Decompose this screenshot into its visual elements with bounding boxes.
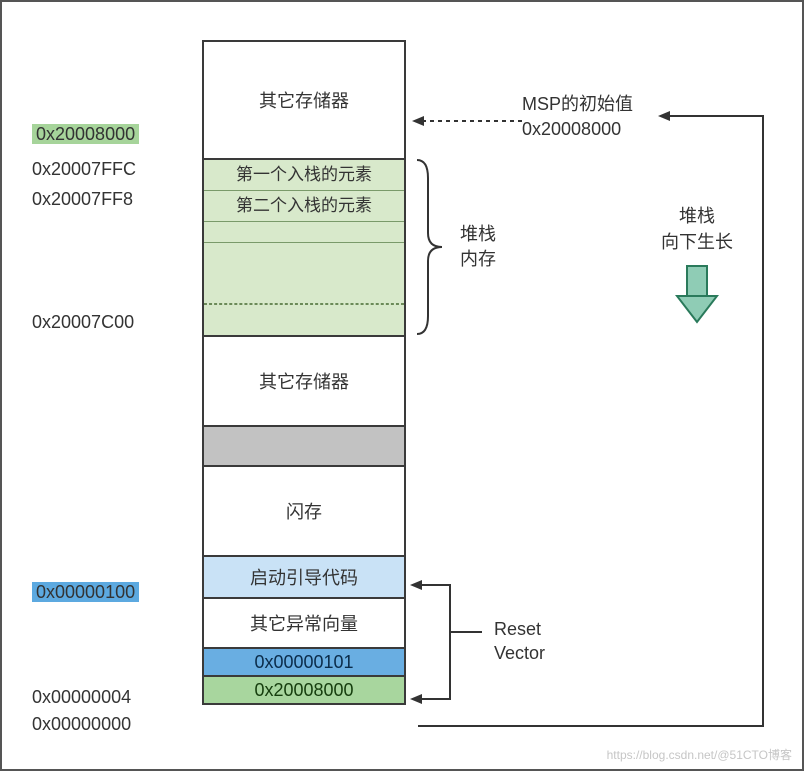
grow-line2: 向下生长 bbox=[622, 228, 772, 254]
region-boot-code: 启动引导代码 bbox=[204, 557, 404, 599]
arrow-vec-to-msp bbox=[408, 102, 788, 742]
addr-00000000: 0x00000000 bbox=[32, 714, 131, 735]
addr-20007FFC: 0x20007FFC bbox=[32, 159, 136, 180]
addr-00000004: 0x00000004 bbox=[32, 687, 131, 708]
region-other-vectors: 其它异常向量 bbox=[204, 599, 404, 649]
region-stack: 第一个入栈的元素 第二个入栈的元素 bbox=[204, 160, 404, 337]
stack-elem-blank bbox=[204, 222, 404, 243]
stack-elem-2: 第二个入栈的元素 bbox=[204, 191, 404, 222]
addr-20007C00: 0x20007C00 bbox=[32, 312, 134, 333]
stack-elem-1: 第一个入栈的元素 bbox=[204, 160, 404, 191]
grow-line1: 堆栈 bbox=[622, 202, 772, 228]
stack-grow-label: 堆栈 向下生长 bbox=[622, 202, 772, 324]
region-gap bbox=[204, 427, 404, 467]
stack-bottom bbox=[204, 304, 404, 335]
region-other-mid: 其它存储器 bbox=[204, 337, 404, 427]
addr-00000100: 0x00000100 bbox=[32, 582, 139, 602]
region-msp-value: 0x20008000 bbox=[204, 677, 404, 705]
memory-column: 其它存储器 第一个入栈的元素 第二个入栈的元素 其它存储器 闪存 启动引导代码 … bbox=[202, 40, 406, 705]
down-arrow-icon bbox=[675, 264, 719, 324]
region-flash: 闪存 bbox=[204, 467, 404, 557]
stack-gap bbox=[204, 243, 404, 304]
addr-20008000: 0x20008000 bbox=[32, 124, 139, 144]
addr-20007FF8: 0x20007FF8 bbox=[32, 189, 133, 210]
region-other-top: 其它存储器 bbox=[204, 42, 404, 160]
diagram-frame: 0x20008000 0x20007FFC 0x20007FF8 0x20007… bbox=[0, 0, 804, 771]
region-reset-vector-value: 0x00000101 bbox=[204, 649, 404, 677]
annotation-column: MSP的初始值 0x20008000 堆栈 内存 Reset Vector bbox=[422, 2, 782, 769]
